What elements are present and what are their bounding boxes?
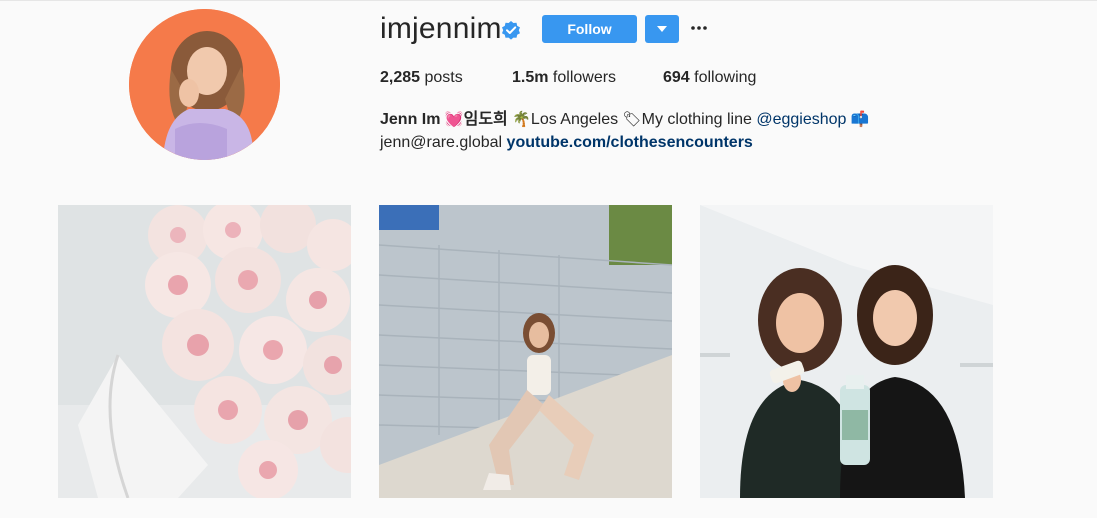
roses-photo — [58, 205, 351, 498]
profile-username: imjennim — [380, 12, 502, 45]
post-thumbnail-3[interactable] — [700, 205, 993, 498]
bio-mention-link[interactable]: @eggieshop — [756, 111, 846, 128]
following-link[interactable]: 694 following — [663, 68, 756, 88]
bio-full-name: Jenn Im — [380, 111, 441, 128]
bio-korean-name: 임도희 — [463, 111, 508, 128]
bio-website-link[interactable]: youtube.com/clothesencounters — [507, 134, 753, 151]
bio-clothing-text: My clothing line — [641, 111, 752, 128]
heart-emoji: 💓 — [444, 110, 464, 128]
profile-avatar[interactable] — [129, 9, 280, 160]
bio-line-1: Jenn Im 💓임도희 🌴Los Angeles 🏷My clothing l… — [380, 109, 870, 130]
posts-count: 2,285 posts — [380, 68, 463, 88]
posts-count-label: posts — [424, 69, 463, 86]
post-thumbnail-1[interactable] — [58, 205, 351, 498]
more-options-icon[interactable] — [689, 18, 709, 38]
followers-count-label: followers — [552, 69, 617, 86]
posts-count-value: 2,285 — [380, 69, 421, 86]
post-thumbnail-2[interactable] — [379, 205, 672, 498]
wall-portrait-photo — [379, 205, 672, 498]
tag-emoji: 🏷 — [622, 110, 642, 128]
follow-button[interactable]: Follow — [542, 15, 637, 43]
suggestions-dropdown-button[interactable] — [645, 15, 679, 43]
following-count-label: following — [694, 69, 757, 86]
followers-link[interactable]: 1.5m followers — [512, 68, 616, 88]
followers-count-value: 1.5m — [512, 69, 549, 86]
palm-tree-emoji: 🌴 — [512, 110, 531, 128]
two-women-product-photo — [700, 205, 993, 498]
mailbox-emoji: 📫 — [850, 110, 870, 128]
verified-badge-icon — [502, 21, 520, 40]
following-count-value: 694 — [663, 69, 690, 86]
chevron-down-icon — [657, 26, 667, 32]
bio-email: jenn@rare.global — [380, 134, 503, 151]
avatar-image — [129, 9, 280, 160]
bio-location: Los Angeles — [530, 111, 619, 128]
bio-line-2: jenn@rare.global youtube.com/clothesenco… — [380, 133, 753, 153]
top-divider — [0, 0, 1097, 1]
